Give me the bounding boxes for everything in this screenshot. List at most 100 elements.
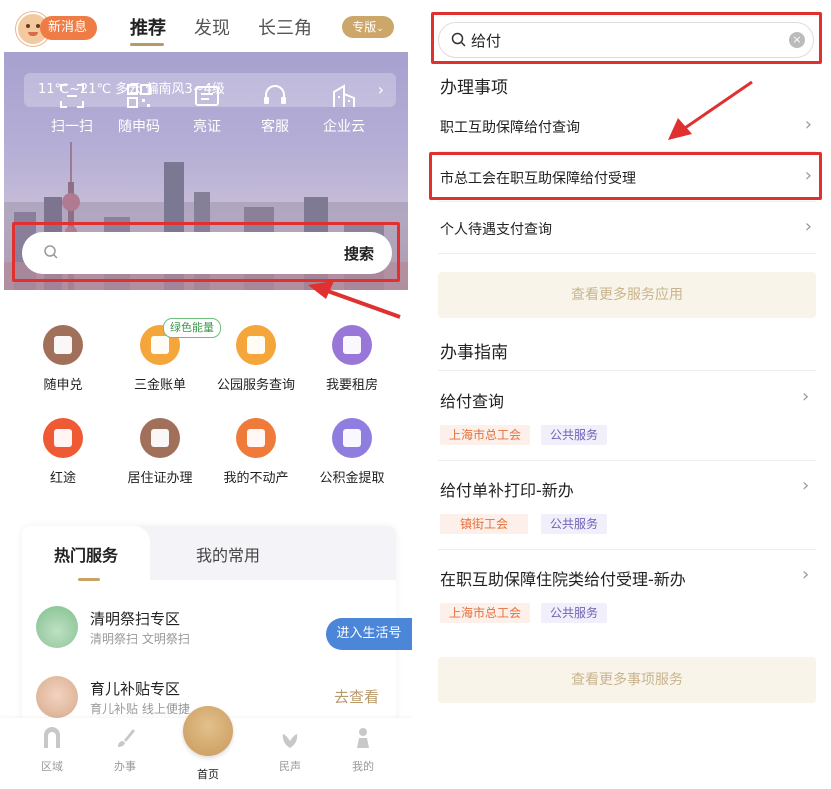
person-icon	[357, 728, 369, 748]
magnolia-icon	[282, 734, 298, 748]
guide-title[interactable]: 在职互助保障住院类给付受理-新办	[440, 566, 686, 590]
quick-action-label: 扫一扫	[51, 119, 93, 135]
service-residence-permit[interactable]: 居住证办理	[115, 418, 205, 486]
quick-action-label: 企业云	[323, 119, 365, 135]
highlight-box-search	[12, 222, 400, 282]
tab-hot-label: 热门服务	[54, 546, 119, 565]
nav-public-voice[interactable]: 民声	[260, 726, 320, 774]
more-services-button[interactable]: 查看更多服务应用	[438, 272, 816, 318]
nav-mine[interactable]: 我的	[333, 726, 393, 774]
redeem-icon	[43, 325, 83, 365]
tag-public-service: 公共服务	[541, 514, 608, 534]
enter-life-account-button[interactable]: 进入生活号	[326, 618, 412, 650]
service-my-property[interactable]: 我的不动产	[211, 418, 301, 486]
quick-action-label: 随申码	[118, 119, 160, 135]
nav-affairs[interactable]: 办事	[95, 726, 155, 774]
chevron-right-icon: ›	[804, 216, 812, 237]
chevron-right-icon[interactable]: ›	[802, 564, 809, 585]
service-label: 红途	[49, 471, 76, 486]
nav-label: 首页	[197, 768, 219, 781]
left-panel: 新消息 推荐 发现 长三角 专版⌄ 11℃~21℃ 多云 偏南风3~4级 › 扫…	[0, 0, 412, 789]
brush-icon	[118, 729, 135, 747]
nav-label: 我的	[352, 760, 374, 773]
tab-hot-underline	[78, 578, 100, 581]
list-item-label: 个人待遇支付查询	[440, 222, 552, 238]
house-rent-icon	[332, 325, 372, 365]
divider	[438, 460, 816, 461]
customer-service-icon	[264, 85, 286, 104]
quick-action-enterprise-cloud[interactable]: 企业云	[314, 82, 374, 136]
quick-action-qr[interactable]: 随申码	[109, 82, 169, 136]
property-icon	[236, 418, 276, 458]
highlight-box-target-item	[429, 152, 822, 200]
star-icon	[43, 418, 83, 458]
service-label: 居住证办理	[127, 471, 193, 486]
tag-organization: 上海市总工会	[440, 603, 531, 623]
id-card-icon	[195, 86, 219, 106]
arch-icon	[44, 727, 60, 748]
nav-label: 区域	[41, 760, 63, 773]
tab-hot-services[interactable]: 热门服务	[22, 526, 150, 581]
quick-action-label: 亮证	[193, 119, 221, 135]
service-label: 三金账单	[133, 378, 186, 393]
more-items-button[interactable]: 查看更多事项服务	[438, 657, 816, 703]
service-label: 公园服务查询	[216, 378, 295, 393]
quick-action-customer-service[interactable]: 客服	[245, 82, 305, 136]
quick-action-show-id[interactable]: 亮证	[177, 82, 237, 136]
top-bar: 新消息 推荐 发现 长三角 专版⌄	[0, 0, 412, 52]
residence-card-icon	[140, 418, 180, 458]
tab-recommend[interactable]: 推荐	[130, 14, 166, 40]
service-label: 随申兑	[43, 378, 83, 393]
divider	[438, 370, 816, 371]
divider	[438, 549, 816, 550]
tab-yangtze-delta[interactable]: 长三角	[258, 14, 312, 40]
quick-action-scan[interactable]: 扫一扫	[42, 82, 102, 136]
section-title-items: 办理事项	[440, 78, 508, 98]
list-item-label: 职工互助保障给付查询	[440, 120, 580, 136]
nav-region[interactable]: 区域	[22, 726, 82, 774]
edition-dropdown[interactable]: 专版⌄	[342, 16, 394, 38]
service-label: 公积金提取	[319, 471, 385, 486]
list-item[interactable]: 职工互助保障给付查询 ›	[438, 100, 816, 152]
home-pagoda-icon[interactable]	[183, 706, 233, 756]
list-item-title: 育儿补贴专区	[90, 680, 181, 698]
tab-discover[interactable]: 发现	[194, 14, 230, 40]
tag-organization: 上海市总工会	[440, 425, 531, 445]
service-label: 我的不动产	[223, 471, 289, 486]
edition-label: 专版	[352, 20, 377, 34]
chevron-right-icon[interactable]: ›	[802, 386, 809, 407]
tab-underline	[130, 43, 164, 46]
fund-withdraw-icon	[332, 418, 372, 458]
list-item[interactable]: 个人待遇支付查询 ›	[438, 202, 816, 254]
park-icon	[236, 325, 276, 365]
highlight-box-search-input	[431, 12, 822, 64]
childcare-thumbnail	[36, 676, 78, 718]
chevron-right-icon: ›	[377, 80, 384, 99]
list-item-title: 清明祭扫专区	[90, 610, 181, 628]
service-label: 我要租房	[325, 378, 378, 393]
service-fund-withdraw[interactable]: 公积金提取	[307, 418, 397, 486]
tab-my-favorites[interactable]: 我的常用	[196, 542, 260, 566]
nav-home[interactable]: 首页	[178, 766, 238, 782]
guide-title[interactable]: 给付单补打印-新办	[440, 477, 574, 501]
service-park-query[interactable]: 公园服务查询	[211, 325, 301, 393]
tag-public-service: 公共服务	[541, 603, 608, 623]
building-icon	[333, 84, 355, 107]
service-red-tour[interactable]: 红途	[18, 418, 108, 486]
guide-title[interactable]: 给付查询	[440, 388, 504, 412]
new-message-badge[interactable]: 新消息	[40, 16, 98, 40]
service-redeem[interactable]: 随申兑	[18, 325, 108, 393]
list-item-subtitle: 育儿补贴 线上便捷	[90, 702, 190, 716]
list-item-subtitle: 清明祭扫 文明祭扫	[90, 632, 190, 646]
tag-organization: 镇街工会	[440, 514, 529, 534]
service-rent-house[interactable]: 我要租房	[307, 325, 397, 393]
nav-label: 民声	[279, 760, 301, 773]
chevron-down-icon: ⌄	[376, 24, 384, 34]
go-view-link[interactable]: 去查看	[334, 686, 379, 707]
card-tabs: 热门服务 我的常用	[22, 526, 396, 581]
qr-code-icon	[127, 84, 151, 108]
chevron-right-icon[interactable]: ›	[802, 475, 809, 496]
chevron-right-icon: ›	[804, 114, 812, 135]
scan-icon	[60, 84, 84, 108]
qingming-thumbnail	[36, 606, 78, 648]
